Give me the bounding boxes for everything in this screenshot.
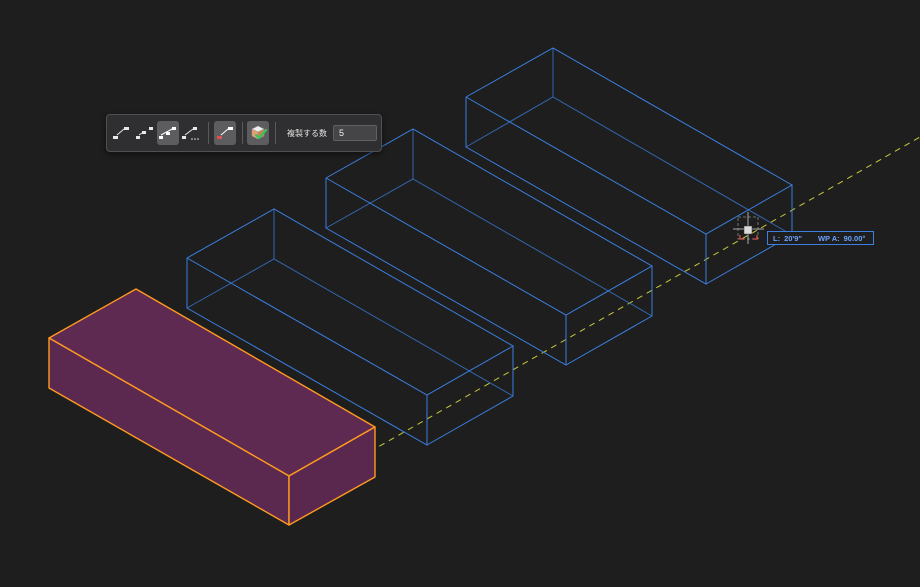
apply-button[interactable]	[247, 121, 270, 145]
angle-value: 90.00°	[843, 233, 866, 243]
dimension-readout: L: 20'9" WP A: 90.00°	[767, 231, 874, 245]
apply-check-icon	[251, 125, 268, 140]
alignment-guide-line	[321, 136, 920, 480]
distributed-copy-icon	[136, 127, 153, 139]
length-label: L:	[773, 233, 781, 243]
toolbar-separator	[208, 122, 209, 144]
linear-copy-icon	[113, 127, 129, 139]
continuous-copy-button[interactable]	[180, 121, 202, 145]
toolbar-separator	[241, 122, 243, 144]
selected-box[interactable]	[48, 288, 376, 526]
reference-point-icon	[216, 127, 233, 139]
3d-viewport[interactable]	[0, 0, 920, 587]
angle-label: WP A:	[817, 233, 840, 243]
continuous-copy-icon	[182, 127, 199, 140]
snap-cursor-icon	[733, 212, 764, 244]
copy-count-input[interactable]	[333, 125, 378, 141]
reference-point-button[interactable]	[213, 121, 236, 145]
distributed-copy-button[interactable]	[134, 121, 156, 145]
linear-copy-button[interactable]	[111, 121, 133, 145]
ghost-copy-box	[465, 47, 794, 285]
length-value: 20'9"	[784, 233, 802, 243]
equal-spacing-copy-icon	[159, 127, 176, 139]
equal-spacing-copy-button[interactable]	[157, 121, 179, 145]
ghost-copy-box	[325, 128, 654, 366]
duplicate-toolbar: 複製する数	[106, 114, 382, 152]
toolbar-separator	[275, 122, 277, 144]
copy-count-label: 複製する数	[287, 128, 328, 138]
